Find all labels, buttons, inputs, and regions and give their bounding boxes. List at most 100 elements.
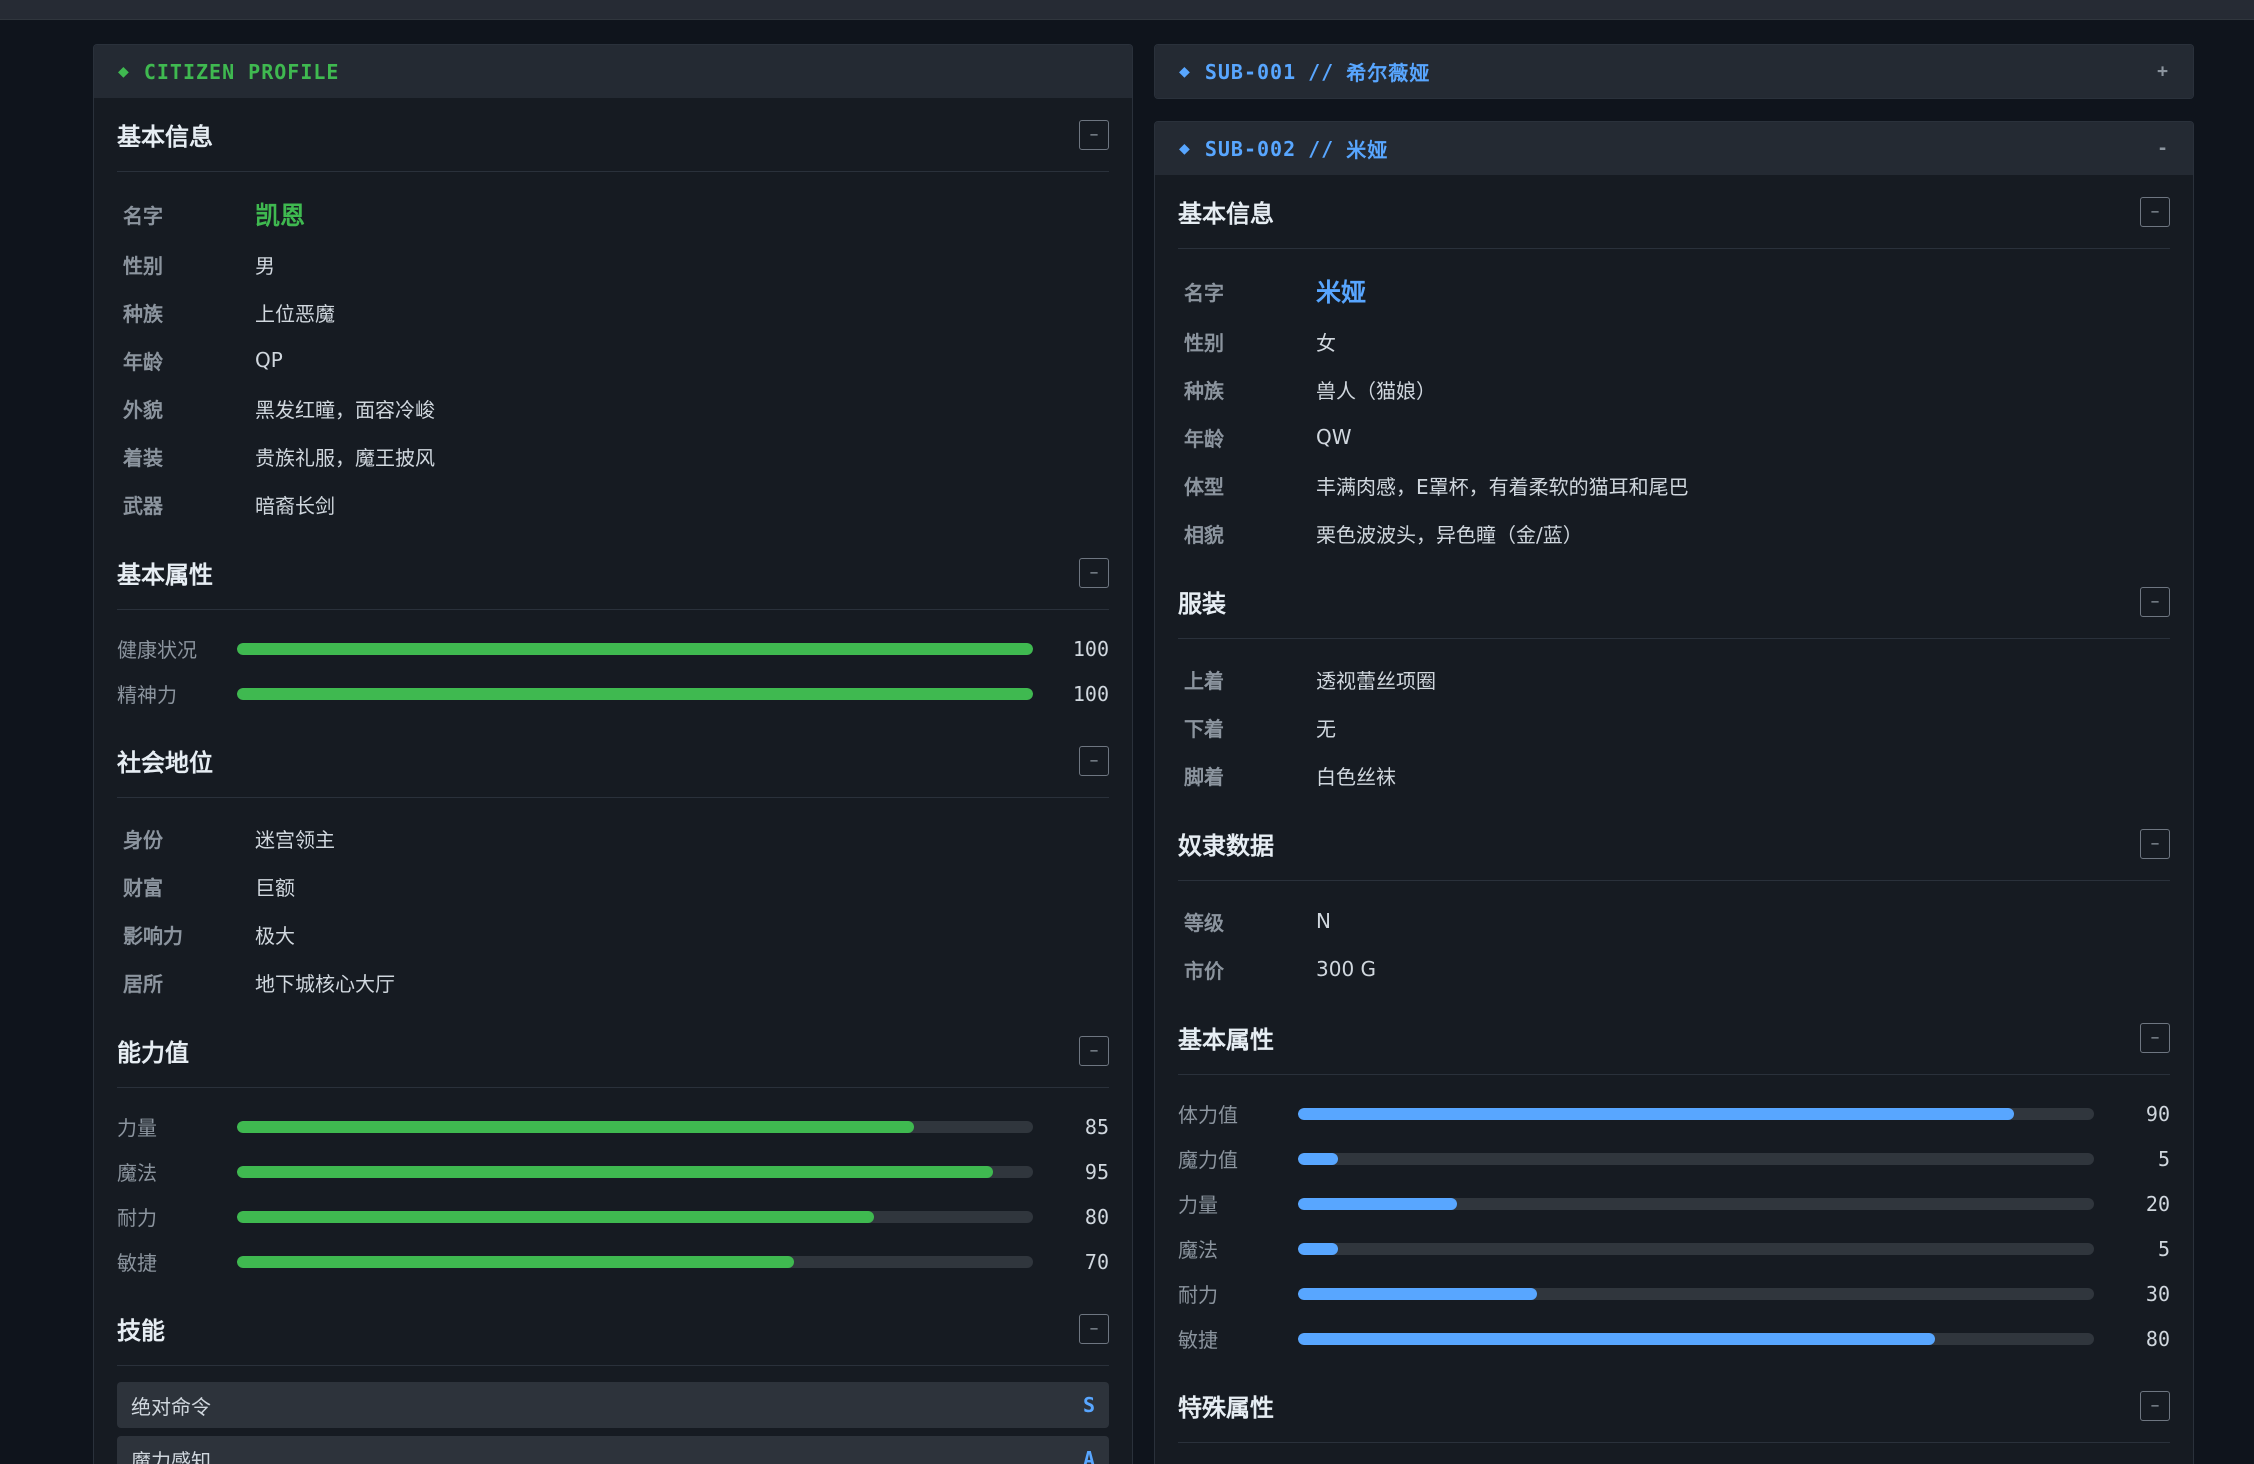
info-label: 种族 <box>123 301 163 326</box>
info-row: 市价 300 G <box>1178 945 2170 993</box>
collapse-toggle[interactable]: – <box>1079 557 1109 588</box>
stat-bar-track <box>236 1255 1034 1268</box>
stat-label: 魔法 <box>117 1161 157 1185</box>
collapse-toggle[interactable]: – <box>1079 1313 1109 1344</box>
info-label: 性别 <box>1184 330 1224 355</box>
section-title: 基本属性 <box>117 561 213 589</box>
info-label: 居所 <box>123 971 163 996</box>
stat-bar-fill <box>1297 1107 2015 1120</box>
stat-bar-track <box>1297 1107 2095 1120</box>
collapse-toggle[interactable]: – <box>2140 196 2170 227</box>
collapse-toggle[interactable]: – <box>1079 745 1109 776</box>
stat-row: 魔法 5 <box>1178 1226 2170 1271</box>
info-value: 米娅 <box>1316 278 1367 307</box>
skill-name: 魔力感知 <box>131 1448 211 1464</box>
collapse-toggle[interactable]: - <box>2157 138 2169 159</box>
stat-value: 100 <box>1072 636 1109 661</box>
info-value: 极大 <box>255 923 295 948</box>
panel-header: ◆ CITIZEN PROFILE <box>94 45 1132 98</box>
collapse-toggle[interactable]: – <box>2140 828 2170 859</box>
stat-row: 力量 85 <box>117 1104 1109 1149</box>
stat-label: 魔法 <box>1178 1238 1218 1262</box>
stat-label: 魔力值 <box>1178 1148 1238 1172</box>
info-row: 影响力 极大 <box>117 910 1109 958</box>
stat-bar-fill <box>236 1255 795 1268</box>
info-label: 相貌 <box>1184 522 1224 547</box>
info-label: 上着 <box>1184 668 1224 693</box>
clothing-list: 上着 透视蕾丝项圈 下着 无脚着 白色丝袜 <box>1178 655 2170 807</box>
section-special-attributes: 特殊属性 – <box>1178 1369 2170 1443</box>
info-label: 外貌 <box>123 397 163 422</box>
social-status-list: 身份 迷宫领主 财富 巨额 影响力 极大 居所 地下城核心大厅 <box>117 814 1109 1014</box>
skill-item[interactable]: 绝对命令 S <box>117 1382 1109 1428</box>
stat-bar-fill <box>1297 1242 1338 1255</box>
collapse-toggle[interactable]: – <box>2140 586 2170 617</box>
collapse-toggle[interactable]: – <box>1079 1035 1109 1066</box>
section-clothing: 服装 – <box>1178 565 2170 639</box>
collapse-toggle[interactable]: – <box>2140 1022 2170 1053</box>
section-skills: 技能 – <box>117 1292 1109 1366</box>
info-row: 下着 无 <box>1178 703 2170 751</box>
stat-bar-fill <box>236 642 1034 655</box>
stat-bar-fill <box>1297 1197 1458 1210</box>
stat-label: 耐力 <box>1178 1283 1218 1307</box>
sub-name: 米娅 <box>1346 138 1389 162</box>
skill-item[interactable]: 魔力感知 A <box>117 1436 1109 1464</box>
special-attribute-bars: 发情度95 <box>1178 1459 2170 1464</box>
sub-002-card: ◆ SUB-002 // 米娅 - 基本信息 – 名字 米娅 性别 女种族 兽人（猫娘）… <box>1154 121 2194 1464</box>
stat-value: 30 <box>2145 1281 2170 1306</box>
info-row: 名字 米娅 <box>1178 265 2170 317</box>
info-row: 年龄 QP <box>117 336 1109 384</box>
stat-bar-fill <box>1297 1152 1338 1165</box>
section-slave-data: 奴隶数据 – <box>1178 807 2170 881</box>
stat-bar-fill <box>236 1120 914 1133</box>
stat-label: 力量 <box>1178 1193 1218 1217</box>
collapse-toggle[interactable]: – <box>1079 119 1109 150</box>
info-value: 兽人（猫娘） <box>1316 378 1436 403</box>
info-value: QW <box>1316 425 1352 449</box>
section-ability: 能力值 – <box>117 1014 1109 1088</box>
info-label: 市价 <box>1184 958 1224 983</box>
stat-label: 精神力 <box>117 683 177 707</box>
stat-label: 耐力 <box>117 1206 157 1230</box>
info-label: 等级 <box>1184 910 1224 935</box>
basic-info-list: 名字 米娅 性别 女种族 兽人（猫娘） 年龄 QW 体型 丰满肉感，E罩杯，有着柔软的猫耳和尾巴… <box>1178 265 2170 565</box>
expand-toggle[interactable]: + <box>2157 61 2169 82</box>
stat-label: 敏捷 <box>117 1251 157 1275</box>
stat-bar-track <box>236 642 1034 655</box>
info-label: 名字 <box>123 203 163 228</box>
section-title: 基本信息 <box>1178 200 1274 228</box>
stat-value: 95 <box>1084 1159 1109 1184</box>
info-row: 性别 女 <box>1178 317 2170 365</box>
info-row: 着装 贵族礼服，魔王披风 <box>117 432 1109 480</box>
collapse-toggle[interactable]: – <box>2140 1390 2170 1421</box>
sub-001-header[interactable]: ◆ SUB-001 // 希尔薇娅 + <box>1155 45 2193 98</box>
stat-bar-track <box>1297 1152 2095 1165</box>
stat-row: 魔法 95 <box>117 1149 1109 1194</box>
info-label: 脚着 <box>1184 764 1224 789</box>
attribute-bars: 体力值 90 魔力值 5 力量 20 魔法 5 耐力 30 敏捷 80 <box>1178 1091 2170 1369</box>
sub-separator: // <box>1308 59 1335 84</box>
info-label: 年龄 <box>1184 426 1224 451</box>
section-social-status: 社会地位 – <box>117 724 1109 798</box>
panel-title: CITIZEN PROFILE <box>143 59 340 84</box>
info-row: 居所 地下城核心大厅 <box>117 958 1109 1006</box>
sub-002-header[interactable]: ◆ SUB-002 // 米娅 - <box>1155 122 2193 175</box>
section-title: 社会地位 <box>117 749 213 777</box>
info-label: 武器 <box>123 493 163 518</box>
info-value: 白色丝袜 <box>1316 764 1396 789</box>
info-label: 影响力 <box>123 923 183 948</box>
stat-value: 90 <box>2145 1101 2170 1126</box>
stat-row: 精神力 100 <box>117 671 1109 716</box>
info-label: 体型 <box>1184 474 1224 499</box>
stat-bar-track <box>236 1210 1034 1223</box>
info-row: 种族 上位恶魔 <box>117 288 1109 336</box>
stat-bar-track <box>236 687 1034 700</box>
section-title: 奴隶数据 <box>1178 832 1274 860</box>
info-row: 相貌 栗色波波头，异色瞳（金/蓝） <box>1178 509 2170 557</box>
diamond-icon: ◆ <box>1179 61 1191 82</box>
